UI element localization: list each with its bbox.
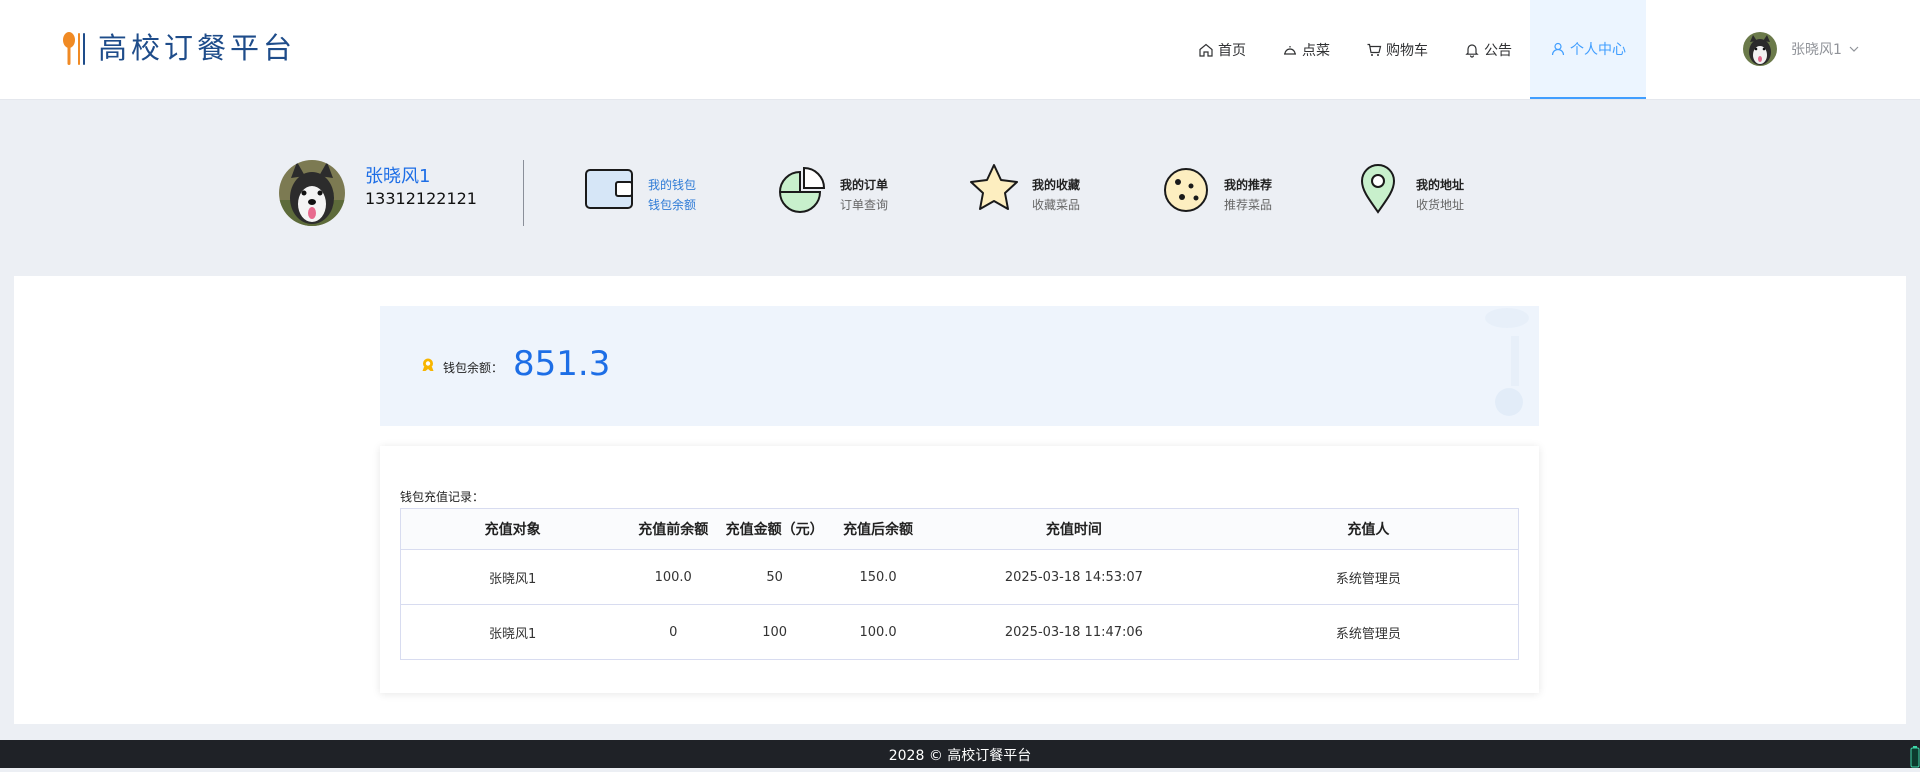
nav-cart-label: 购物车 [1386,42,1428,59]
table-cell: 100.0 [859,624,897,640]
menu-my-address[interactable]: 我的地址 收货地址 [1350,164,1465,216]
balance-card: 钱包余额： 851.3 [380,306,1539,426]
nav-cart[interactable]: 购物车 [1348,0,1446,99]
menu-my-address-title: 我的地址 [1416,178,1465,192]
menu-my-orders-subtitle: 订单查询 [840,198,889,212]
pie-chart-icon [779,166,826,213]
wallet-content: 钱包余额： 851.3 钱包充值记录： 充值对象 充值前余额 充值金额（元） 充… [14,276,1906,724]
nav-personal-center-label: 个人中心 [1570,41,1626,58]
table-cell: 150.0 [827,549,930,605]
column-header: 充值人 [1218,508,1519,550]
table-cell: 100 [762,624,788,640]
column-header: 充值前余额 [624,508,723,550]
menu-my-favorites-title: 我的收藏 [1032,178,1081,192]
table-cell: 50 [722,549,828,605]
menu-my-address-subtitle: 收货地址 [1416,198,1465,212]
dish-cover-icon [1284,45,1296,55]
profile-avatar [279,160,345,226]
chevron-down-icon [1849,46,1859,52]
menu-my-wallet-subtitle: 钱包余额 [648,198,697,212]
recharge-records-table: 充值对象 充值前余额 充值金额（元） 充值后余额 充值时间 充值人 张晓风1 1… [400,508,1519,660]
location-pin-icon [1360,164,1396,214]
table-row: 张晓风1 100.0 50 150.0 2025-03-18 14:53:07 … [400,549,1519,605]
column-header: 充值金额（元） [722,508,828,550]
menu-my-recommend-title: 我的推荐 [1224,178,1273,192]
bell-icon [1465,43,1479,58]
decorative-illustration [1485,308,1529,416]
menu-my-wallet-title: 我的钱包 [648,178,697,192]
menu-my-recommend[interactable]: 我的推荐 推荐菜品 [1158,168,1273,216]
menu-my-orders-title: 我的订单 [840,178,889,192]
column-header: 充值时间 [929,508,1219,550]
table-cell: 系统管理员 [1218,549,1519,605]
nav-order-dishes-label: 点菜 [1302,42,1330,59]
menu-my-recommend-subtitle: 推荐菜品 [1224,198,1273,212]
table-cell: 张晓风1 [400,549,625,605]
table-cell: 2025-03-18 14:53:07 [929,549,1219,605]
home-icon [1199,43,1213,57]
footer-copyright: 2028 © 高校订餐平台 [888,748,1032,764]
table-cell: 100.0 [624,549,723,605]
column-header: 充值对象 [400,508,625,550]
avatar [1743,32,1777,66]
star-icon [970,164,1018,210]
table-header-row: 充值对象 充值前余额 充值金额（元） 充值后余额 充值时间 充值人 [400,508,1519,550]
footer: 2028 © 高校订餐平台 [0,740,1920,768]
wallet-icon [585,169,633,209]
brand-name: 高校订餐平台 [98,31,297,65]
records-title: 钱包充值记录： [400,490,485,504]
user-menu-dropdown[interactable]: 张晓风1 [1743,32,1860,66]
balance-value: 851.3 [513,344,611,384]
menu-my-orders[interactable]: 我的订单 订单查询 [774,166,889,216]
profile-name: 张晓风1 [365,166,431,187]
top-navbar: 高校订餐平台 首页 点菜 购物车 公告 个人中心 张晓风1 [0,0,1920,100]
brand-logo[interactable]: 高校订餐平台 [60,30,296,66]
spoon-fork-logo-icon [63,32,85,65]
main-nav: 首页 点菜 购物车 公告 个人中心 [1180,0,1646,99]
menu-my-favorites[interactable]: 我的收藏 收藏菜品 [966,164,1081,216]
user-name: 张晓风1 [1791,42,1842,58]
recharge-records-card: 钱包充值记录： 充值对象 充值前余额 充值金额（元） 充值后余额 充值时间 充值… [380,446,1539,693]
nav-order-dishes[interactable]: 点菜 [1264,0,1348,99]
battery-icon [1910,746,1920,768]
table-cell: 0 [669,624,678,640]
user-icon [1551,42,1565,55]
profile-divider [523,160,524,226]
profile-header: 张晓风1 13312122121 我的钱包 钱包余额 我的订单 订单查询 我的收… [14,100,1906,276]
cart-icon [1367,43,1382,56]
balance-label: 钱包余额： [443,361,504,375]
menu-my-favorites-subtitle: 收藏菜品 [1032,198,1081,212]
medal-icon [422,358,434,371]
nav-notice-label: 公告 [1484,42,1512,59]
cookie-icon [1164,168,1208,212]
nav-home[interactable]: 首页 [1180,0,1264,99]
table-row: 张晓风1 0 100 100.0 2025-03-18 11:47:06 系统管… [401,605,1519,660]
table-cell: 2025-03-18 11:47:06 [1004,624,1143,640]
profile-phone: 13312122121 [365,189,477,208]
nav-home-label: 首页 [1218,42,1246,59]
table-cell: 张晓风1 [488,626,537,642]
nav-personal-center[interactable]: 个人中心 [1530,0,1646,99]
table-cell: 系统管理员 [1335,626,1401,642]
column-header: 充值后余额 [827,508,930,550]
menu-my-wallet[interactable]: 我的钱包 钱包余额 [582,169,697,216]
nav-notice[interactable]: 公告 [1446,0,1530,99]
